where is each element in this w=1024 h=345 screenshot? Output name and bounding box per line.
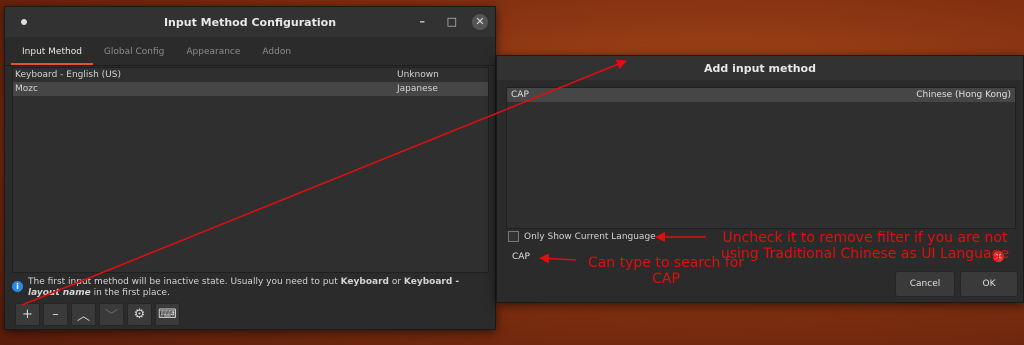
add-to-dialog-arrow xyxy=(21,59,627,306)
annotation-arrows xyxy=(21,59,706,306)
search-arrow xyxy=(539,253,577,264)
uncheck-annotation: Uncheck it to remove filter if you are n… xyxy=(720,230,1010,262)
search-annotation: Can type to search for CAP xyxy=(587,255,745,287)
